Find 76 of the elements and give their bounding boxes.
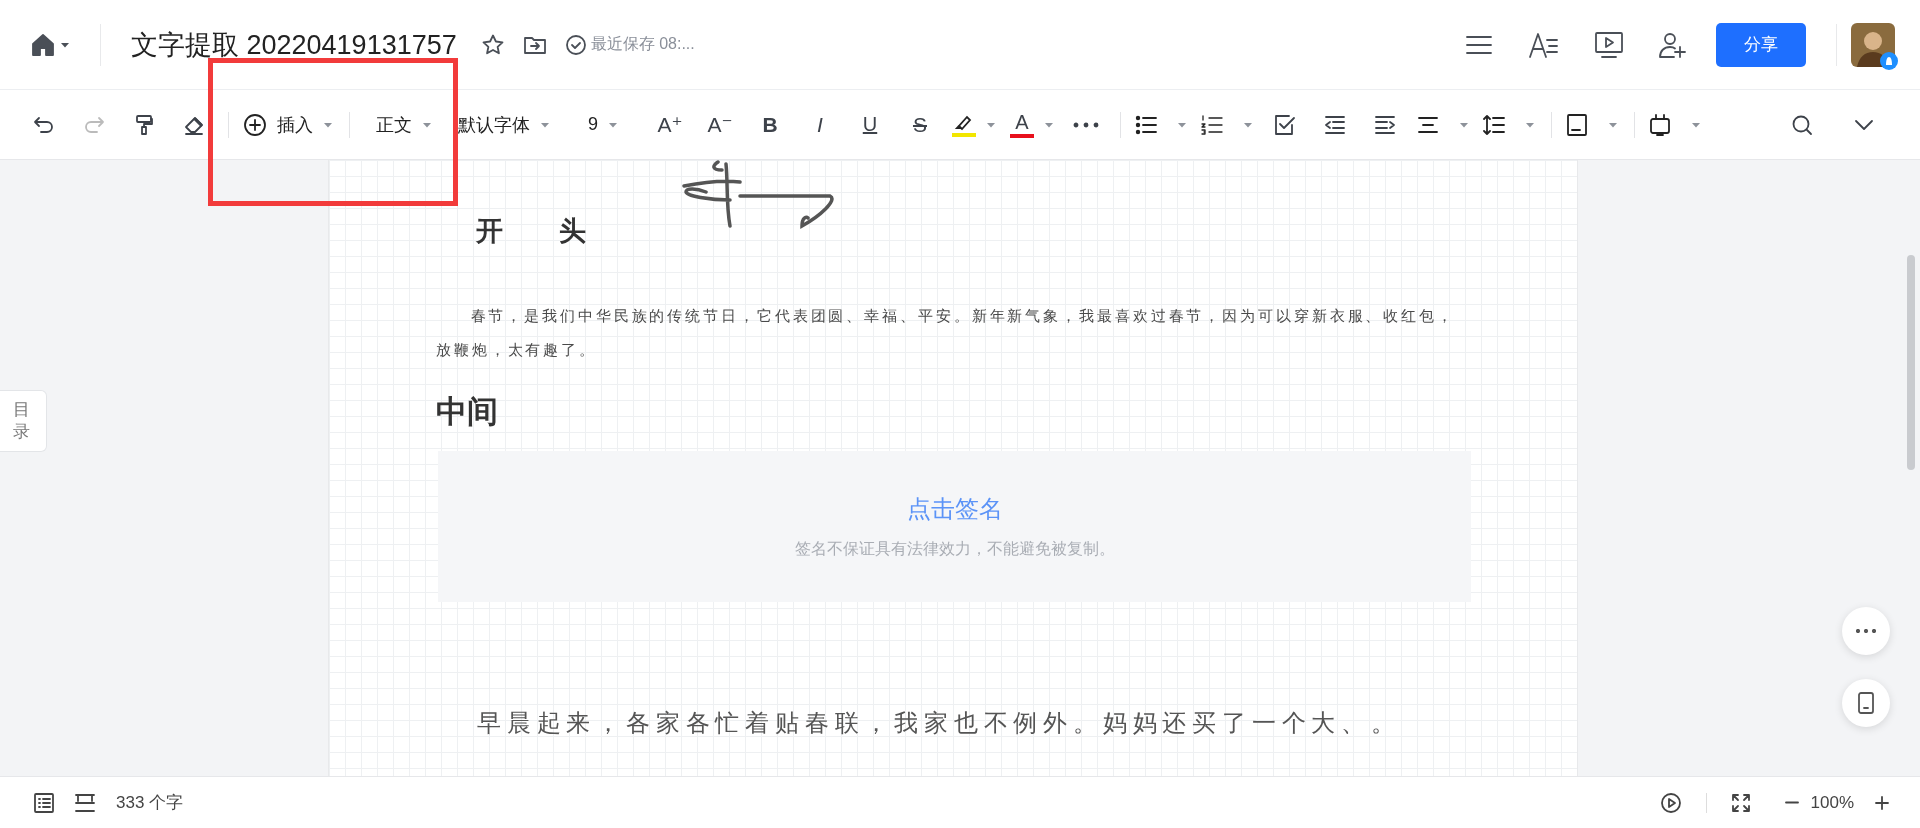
paragraph: 春节，是我们中华民族的传统节日，它代表团圆、幸福、平安。新年新气象，我最喜欢过春节，因为可以穿新衣服、收红包，放鞭炮，太有趣了。 bbox=[436, 307, 1456, 360]
outdent-icon bbox=[1324, 114, 1346, 135]
zoom-in-button[interactable] bbox=[1874, 794, 1890, 811]
play-circle-icon bbox=[1659, 791, 1682, 814]
caret-icon bbox=[1177, 121, 1187, 128]
outline-button[interactable] bbox=[34, 792, 54, 813]
more-icon bbox=[1856, 629, 1876, 633]
font-dropdown[interactable]: 默认字体 bbox=[458, 106, 550, 143]
presentation-icon[interactable] bbox=[1594, 29, 1624, 60]
caret-icon bbox=[1459, 121, 1469, 128]
plus-circle-icon bbox=[243, 112, 267, 137]
plug-icon bbox=[1649, 112, 1671, 137]
section-heading: 开 头 bbox=[476, 215, 611, 248]
strike-button[interactable]: S bbox=[902, 106, 938, 143]
plus-icon bbox=[1874, 794, 1890, 811]
format-painter-icon bbox=[134, 113, 154, 136]
checkbox-icon bbox=[1274, 113, 1296, 136]
avatar[interactable] bbox=[1851, 22, 1895, 67]
font-color-button[interactable]: A bbox=[1010, 106, 1054, 143]
caret-icon bbox=[1525, 121, 1535, 128]
numbered-list-icon bbox=[1201, 114, 1223, 135]
fullscreen-icon bbox=[1730, 792, 1751, 813]
caret-icon bbox=[1044, 121, 1054, 128]
line-spacing-icon bbox=[1483, 113, 1505, 136]
redo-icon bbox=[83, 114, 105, 135]
star-icon[interactable] bbox=[480, 32, 505, 57]
play-button[interactable] bbox=[1659, 791, 1682, 814]
page-break-button[interactable] bbox=[74, 792, 96, 813]
font-size-dropdown[interactable]: 9 bbox=[578, 106, 628, 143]
align-center-icon bbox=[1417, 114, 1439, 135]
indent-icon bbox=[1374, 114, 1396, 135]
insert-dropdown[interactable]: 插入 bbox=[243, 106, 333, 143]
undo-icon bbox=[33, 114, 55, 135]
fullscreen-button[interactable] bbox=[1730, 792, 1751, 813]
caret-icon bbox=[323, 121, 333, 128]
bullet-list-icon bbox=[1135, 114, 1157, 135]
caret-icon bbox=[1243, 121, 1253, 128]
caret-icon bbox=[60, 41, 70, 48]
tablet-icon bbox=[1857, 692, 1875, 714]
search-icon bbox=[1791, 113, 1813, 136]
font-style-icon[interactable] bbox=[1528, 30, 1560, 59]
caret-icon bbox=[1608, 121, 1618, 128]
page-break-icon bbox=[74, 792, 96, 813]
scrollbar[interactable] bbox=[1907, 255, 1915, 470]
minus-icon bbox=[1784, 801, 1799, 804]
underline-button[interactable]: U bbox=[852, 106, 888, 143]
caret-icon bbox=[540, 121, 550, 128]
qq-badge-icon bbox=[1880, 51, 1898, 70]
bold-button[interactable]: B bbox=[752, 106, 788, 143]
check-circle-icon bbox=[564, 33, 587, 56]
list-icon bbox=[34, 792, 54, 813]
zoom-level: 100% bbox=[1810, 792, 1854, 813]
caret-icon bbox=[608, 121, 618, 128]
collapse-icon bbox=[1854, 118, 1874, 131]
eraser-icon bbox=[183, 114, 205, 135]
caret-icon bbox=[986, 121, 996, 128]
page-icon bbox=[1566, 112, 1588, 137]
signature-note: 签名不保证具有法律效力，不能避免被复制。 bbox=[794, 539, 1115, 559]
section-heading: 中间 bbox=[436, 393, 499, 431]
save-status: 最近保存 08:... bbox=[590, 34, 695, 54]
more-icon bbox=[1073, 121, 1099, 128]
document-title[interactable]: 文字提取 20220419131757 bbox=[131, 26, 457, 63]
caret-icon bbox=[1691, 121, 1701, 128]
grow-button[interactable]: A⁺ bbox=[652, 106, 688, 143]
zoom-out-button[interactable] bbox=[1784, 801, 1799, 804]
word-count: 333 个字 bbox=[116, 792, 184, 814]
shrink-button[interactable]: A⁻ bbox=[702, 106, 738, 143]
italic-button[interactable]: I bbox=[802, 106, 838, 143]
home-icon[interactable] bbox=[30, 31, 56, 58]
share-button[interactable]: 分享 bbox=[1716, 22, 1806, 67]
mobile-view-button[interactable] bbox=[1842, 679, 1890, 727]
add-user-icon[interactable] bbox=[1658, 30, 1688, 59]
paragraph: 早晨起来，各家各忙着贴春联，我家也不例外。妈妈还买了一个大、。 bbox=[477, 709, 1402, 738]
paragraph-style-dropdown[interactable]: 正文 bbox=[364, 106, 444, 143]
outline-tab[interactable]: 目录 bbox=[0, 390, 47, 452]
caret-icon bbox=[422, 121, 432, 128]
